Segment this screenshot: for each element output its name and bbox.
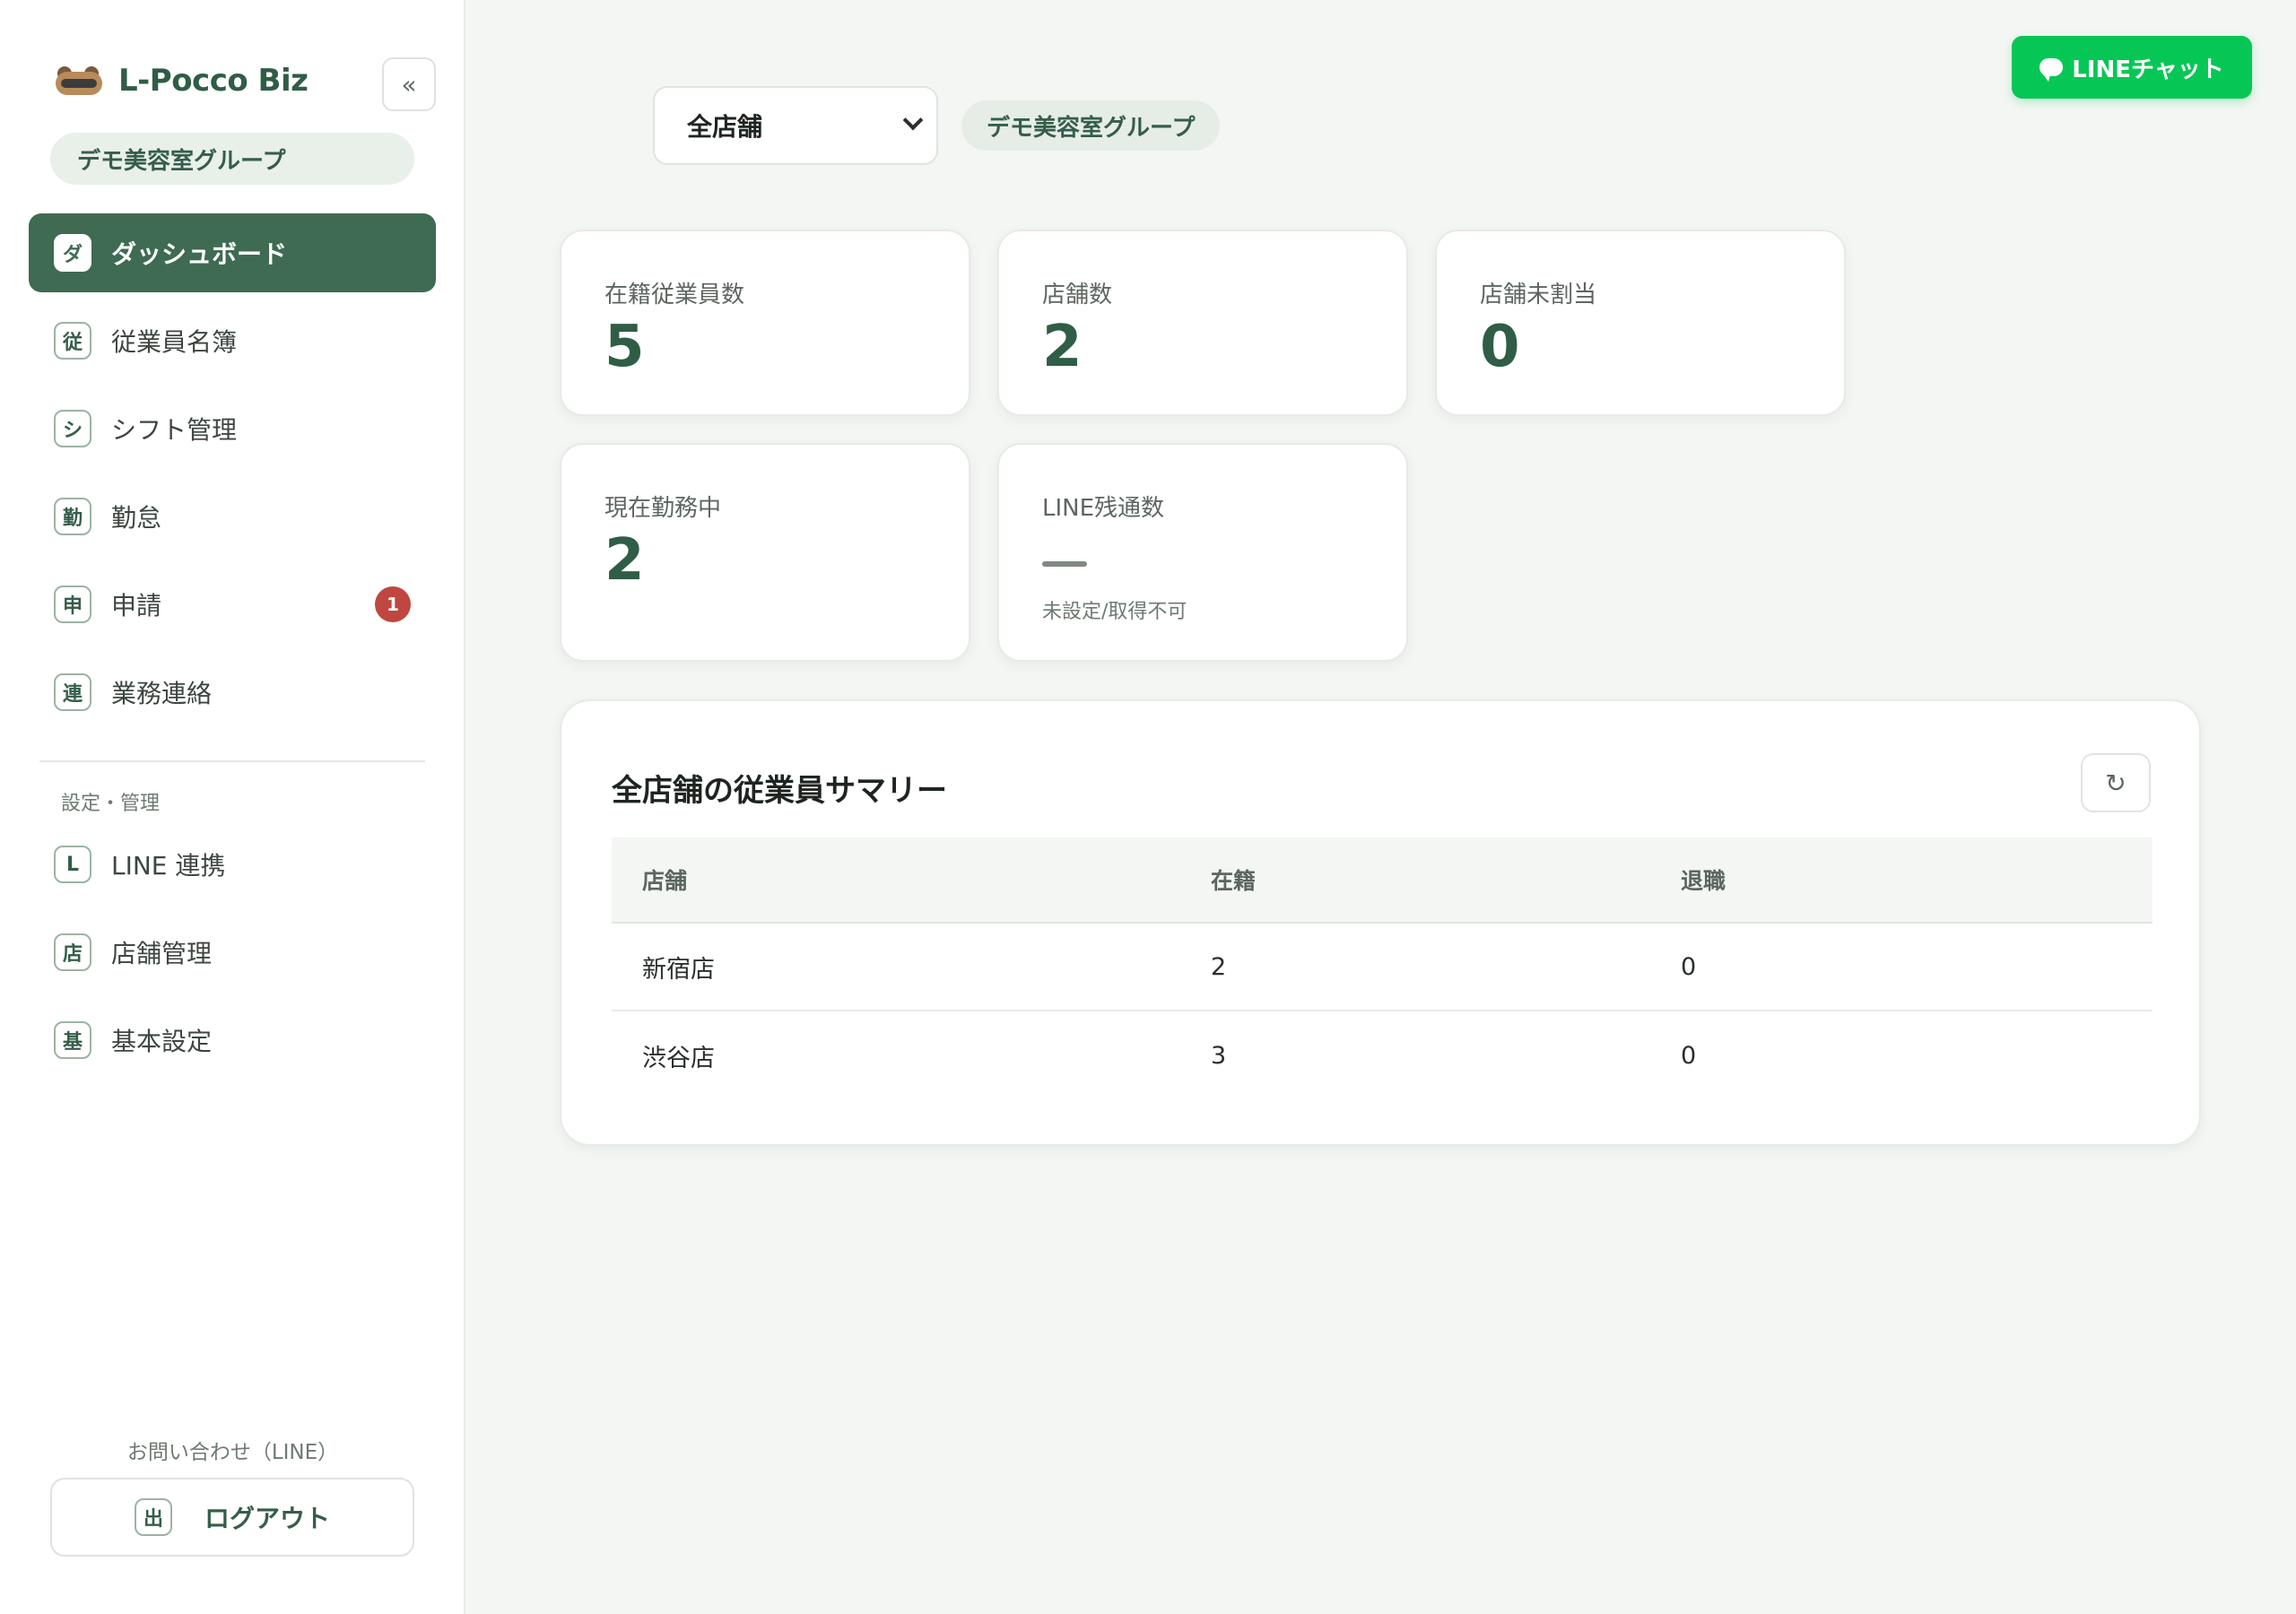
store-management-icon: 店 — [54, 933, 91, 971]
stat-label: 店舗未割当 — [1480, 282, 1597, 308]
stat-subtext: 未設定/取得不可 — [1042, 601, 1187, 623]
stat-card-working-now: 現在勤務中 2 — [560, 443, 970, 662]
summary-table: 店舗 在籍 退職 新宿店 2 0 渋谷店 3 0 — [612, 837, 2152, 1099]
chevron-down-icon — [902, 109, 924, 131]
cell-active: 3 — [1211, 1041, 1227, 1070]
group-chip: デモ美容室グループ — [961, 100, 1221, 151]
sidebar-item-label: 業務連絡 — [111, 679, 213, 708]
column-header-retired[interactable]: 退職 — [1681, 863, 2152, 896]
cell-store: 新宿店 — [642, 955, 715, 984]
requests-icon: 申 — [54, 586, 91, 623]
column-header-store[interactable]: 店舗 — [612, 863, 1211, 896]
employees-icon: 従 — [54, 322, 91, 360]
logout-label: ログアウト — [204, 1504, 330, 1533]
sidebar-item-basic-settings[interactable]: 基 基本設定 — [29, 1001, 436, 1080]
table-row[interactable]: 新宿店 2 0 — [612, 924, 2152, 1011]
messages-icon: 連 — [54, 673, 91, 711]
stat-label: 在籍従業員数 — [604, 282, 745, 308]
stat-card-employees: 在籍従業員数 5 — [560, 230, 970, 416]
sidebar: L-Pocco Biz « デモ美容室グループ ダ ダッシュボード 従 従業員名… — [0, 0, 465, 1614]
stat-card-stores: 店舗数 2 — [997, 230, 1408, 416]
stat-value: 2 — [604, 527, 645, 594]
sidebar-item-label: 勤怠 — [111, 503, 162, 533]
line-integration-icon: L — [54, 846, 91, 883]
sidebar-item-requests[interactable]: 申 申請 1 — [29, 565, 436, 644]
brand-name: L-Pocco Biz — [118, 63, 309, 99]
summary-title: 全店舗の従業員サマリー — [612, 773, 947, 809]
sidebar-item-employees[interactable]: 従 従業員名簿 — [29, 301, 436, 380]
sidebar-item-label: LINE 連携 — [111, 851, 226, 881]
sidebar-item-label: 申請 — [111, 591, 162, 620]
stat-value: 5 — [604, 314, 645, 380]
group-name-pill: デモ美容室グループ — [50, 133, 414, 185]
logout-button[interactable]: 出 ログアウト — [50, 1478, 414, 1557]
stat-empty-dash — [1042, 561, 1087, 567]
sidebar-item-label: シフト管理 — [111, 415, 238, 445]
stat-label: 店舗数 — [1042, 282, 1113, 308]
cell-store: 渋谷店 — [642, 1044, 715, 1072]
line-chat-button[interactable]: LINEチャット — [2012, 36, 2252, 99]
attendance-icon: 勤 — [54, 498, 91, 535]
employee-summary-card: 全店舗の従業員サマリー ↻ 店舗 在籍 退職 新宿店 2 0 渋谷店 3 0 — [560, 699, 2201, 1146]
store-select-value: 全店舗 — [687, 112, 763, 142]
sidebar-item-label: ダッシュボード — [111, 239, 288, 269]
cell-retired: 0 — [1681, 952, 1697, 981]
sidebar-item-messages[interactable]: 連 業務連絡 — [29, 653, 436, 732]
sidebar-item-label: 基本設定 — [111, 1027, 213, 1056]
logout-icon: 出 — [134, 1498, 172, 1536]
table-header: 店舗 在籍 退職 — [612, 837, 2152, 924]
table-row[interactable]: 渋谷店 3 0 — [612, 1011, 2152, 1099]
brand-logo[interactable]: L-Pocco Biz — [54, 63, 309, 99]
stat-card-unassigned: 店舗未割当 0 — [1435, 230, 1846, 416]
sidebar-item-store-management[interactable]: 店 店舗管理 — [29, 913, 436, 992]
app-root: L-Pocco Biz « デモ美容室グループ ダ ダッシュボード 従 従業員名… — [0, 0, 2296, 1614]
dashboard-icon: ダ — [54, 234, 91, 272]
stat-label: LINE残通数 — [1042, 495, 1165, 522]
sidebar-item-dashboard[interactable]: ダ ダッシュボード — [29, 213, 436, 292]
settings-section-label: 設定・管理 — [61, 793, 161, 815]
collapse-sidebar-button[interactable]: « — [382, 57, 436, 111]
refresh-button[interactable]: ↻ — [2081, 753, 2151, 812]
stat-value: 0 — [1480, 314, 1520, 380]
sidebar-item-line-integration[interactable]: L LINE 連携 — [29, 825, 436, 904]
sidebar-item-label: 従業員名簿 — [111, 327, 238, 357]
stat-card-line-remaining: LINE残通数 未設定/取得不可 — [997, 443, 1408, 662]
sidebar-item-attendance[interactable]: 勤 勤怠 — [29, 477, 436, 556]
cell-retired: 0 — [1681, 1041, 1697, 1070]
column-header-active[interactable]: 在籍 — [1211, 863, 1681, 896]
sidebar-divider — [39, 760, 425, 762]
stat-value: 2 — [1042, 314, 1083, 380]
raccoon-logo-icon — [54, 65, 104, 97]
sidebar-item-label: 店舗管理 — [111, 939, 213, 968]
stat-label: 現在勤務中 — [604, 495, 722, 522]
requests-count-badge: 1 — [375, 586, 411, 622]
cell-active: 2 — [1211, 952, 1227, 981]
contact-line-link[interactable]: お問い合わせ（LINE） — [0, 1435, 465, 1465]
store-select[interactable]: 全店舗 — [653, 86, 938, 165]
shifts-icon: シ — [54, 410, 91, 447]
refresh-icon: ↻ — [2105, 768, 2126, 798]
basic-settings-icon: 基 — [54, 1021, 91, 1059]
chat-bubble-icon — [2039, 58, 2064, 82]
sidebar-item-shifts[interactable]: シ シフト管理 — [29, 389, 436, 468]
line-chat-label: LINEチャット — [2072, 56, 2224, 83]
